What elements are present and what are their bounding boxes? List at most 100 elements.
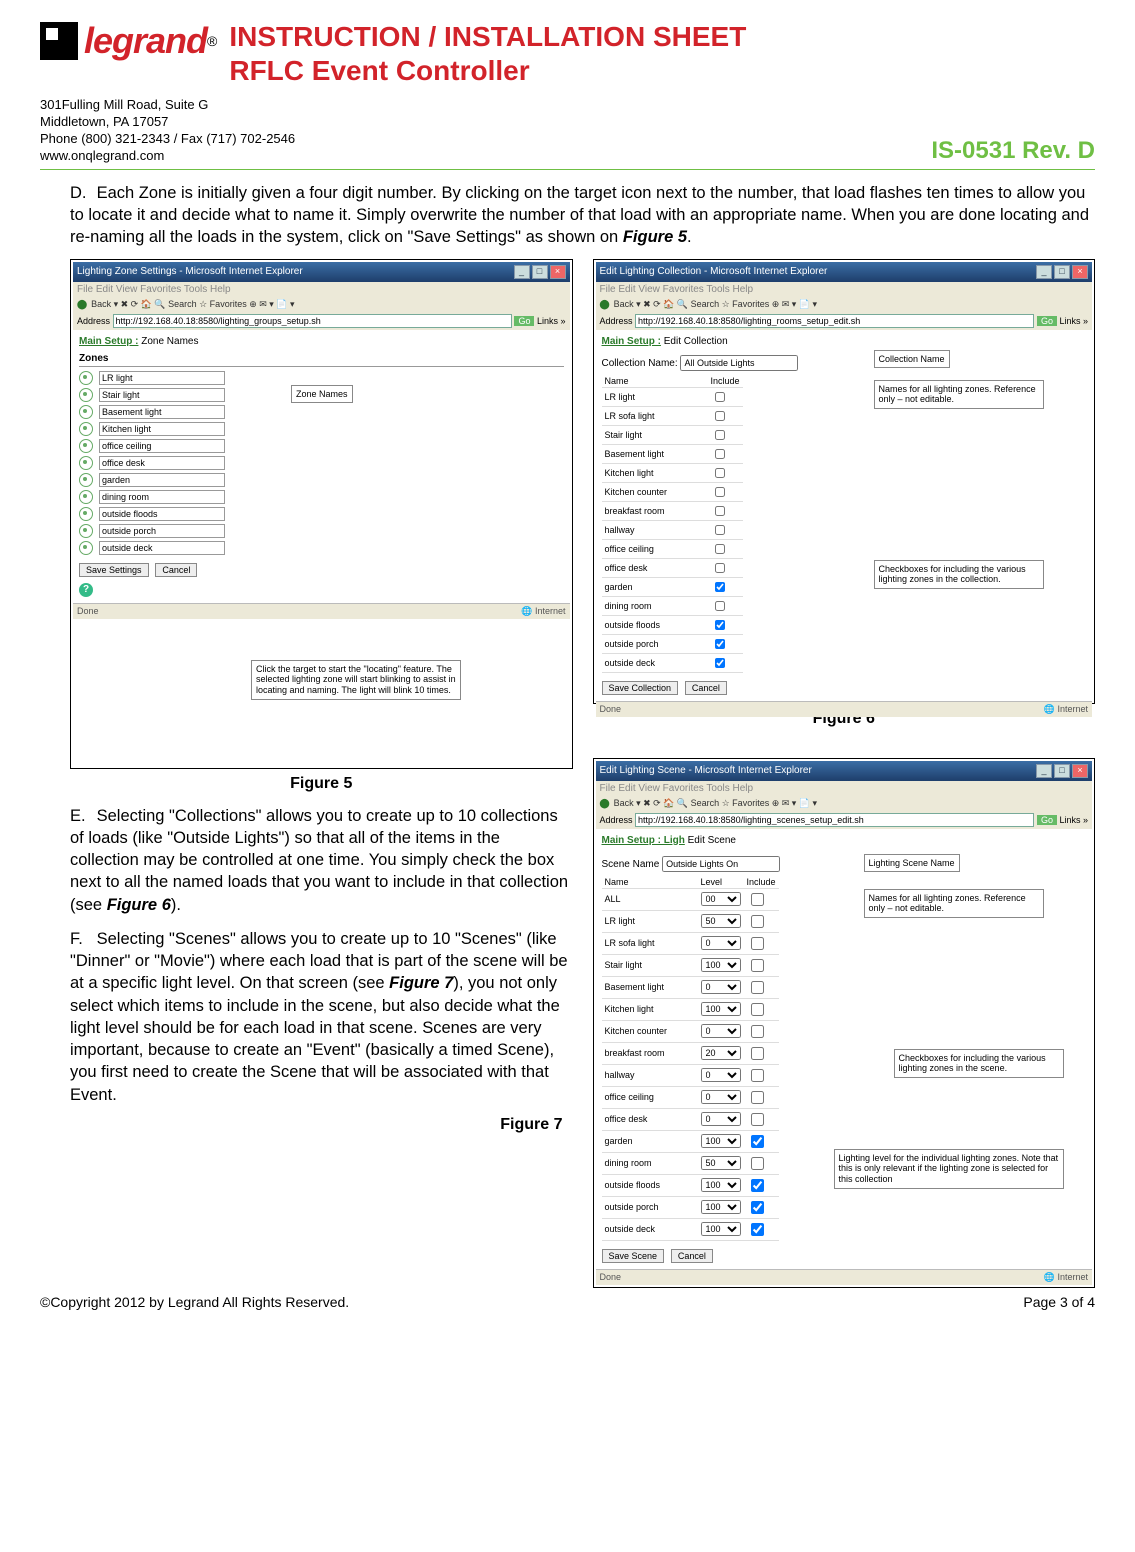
include-checkbox — [715, 525, 725, 535]
window-controls: _□× — [1034, 764, 1088, 778]
zone-row — [79, 405, 564, 419]
zone-name: ALL — [602, 888, 698, 910]
logo-mark-icon — [40, 22, 78, 60]
scene-row: dining room50 — [602, 1152, 779, 1174]
zone-name: hallway — [602, 1064, 698, 1086]
window-title: Edit Lighting Collection - Microsoft Int… — [600, 266, 828, 277]
zone-name: Kitchen counter — [602, 482, 708, 501]
close-icon: × — [1072, 265, 1088, 279]
include-checkbox — [751, 1157, 764, 1170]
include-checkbox — [715, 449, 725, 459]
target-icon — [79, 405, 93, 419]
level-select: 0 — [701, 1024, 741, 1038]
para-f-figref: Figure 7 — [389, 974, 453, 992]
zone-name: outside porch — [602, 634, 708, 653]
include-checkbox — [751, 915, 764, 928]
maximize-icon: □ — [1054, 764, 1070, 778]
zone-name: garden — [602, 577, 708, 596]
page-number: Page 3 of 4 — [1023, 1294, 1095, 1310]
scene-name-input — [662, 856, 780, 872]
menubar: File Edit View Favorites Tools Help — [596, 781, 1093, 796]
brand-name: legrand — [84, 20, 207, 62]
figure-6: Edit Lighting Collection - Microsoft Int… — [593, 259, 1096, 704]
callout-collection-name: Collection Name — [874, 350, 950, 369]
collection-row: LR sofa light — [602, 406, 743, 425]
zone-name: office desk — [602, 558, 708, 577]
target-icon — [79, 388, 93, 402]
target-icon — [79, 507, 93, 521]
zone-name: Kitchen light — [602, 463, 708, 482]
addr-phone: Phone (800) 321-2343 / Fax (717) 702-254… — [40, 131, 295, 148]
menubar: File Edit View Favorites Tools Help — [73, 282, 570, 297]
zone-row — [79, 507, 564, 521]
include-checkbox — [751, 937, 764, 950]
zone-name: office ceiling — [602, 1086, 698, 1108]
figure-7-caption: Figure 7 — [70, 1116, 573, 1134]
zone-name: LR sofa light — [602, 932, 698, 954]
address-bar: Address Go Links » — [73, 312, 570, 330]
zone-name: Stair light — [602, 954, 698, 976]
callout-levels: Lighting level for the individual lighti… — [834, 1149, 1064, 1189]
level-select: 0 — [701, 980, 741, 994]
scene-row: ALL00 — [602, 888, 779, 910]
window-title: Lighting Zone Settings - Microsoft Inter… — [77, 266, 303, 277]
zone-name: Stair light — [602, 425, 708, 444]
target-icon — [79, 490, 93, 504]
zone-name: office ceiling — [602, 539, 708, 558]
page-heading: Zone Names — [141, 336, 198, 347]
level-select: 20 — [701, 1046, 741, 1060]
target-icon — [79, 524, 93, 538]
scene-row: office ceiling0 — [602, 1086, 779, 1108]
zone-name: Basement light — [602, 976, 698, 998]
cancel-button: Cancel — [671, 1249, 713, 1263]
include-checkbox — [751, 1179, 764, 1192]
url-input — [635, 314, 1034, 328]
scene-row: LR light50 — [602, 910, 779, 932]
scene-row: Kitchen counter0 — [602, 1020, 779, 1042]
zone-name-input — [99, 473, 225, 487]
maximize-icon: □ — [532, 265, 548, 279]
collection-row: hallway — [602, 520, 743, 539]
collection-name-input — [680, 355, 798, 371]
zone-name: LR light — [602, 910, 698, 932]
zone-name: breakfast room — [602, 501, 708, 520]
zone-name-input — [99, 371, 225, 385]
paragraph-f: F. Selecting "Scenes" allows you to crea… — [70, 928, 573, 1106]
callout-names-ref: Names for all lighting zones. Reference … — [874, 380, 1044, 410]
collection-name-label: Collection Name: — [602, 358, 678, 369]
include-checkbox — [751, 959, 764, 972]
zone-name: breakfast room — [602, 1042, 698, 1064]
save-collection-button: Save Collection — [602, 681, 679, 695]
zone-name: outside porch — [602, 1196, 698, 1218]
figure-5: Lighting Zone Settings - Microsoft Inter… — [70, 259, 573, 769]
collection-row: Stair light — [602, 425, 743, 444]
minimize-icon: _ — [1036, 265, 1052, 279]
zone-row — [79, 490, 564, 504]
zone-row — [79, 371, 564, 385]
company-address: 301Fulling Mill Road, Suite G Middletown… — [40, 97, 295, 165]
main-setup-link: Main Setup : — [602, 336, 661, 347]
include-checkbox — [715, 506, 725, 516]
address-bar: Address Go Links » — [596, 811, 1093, 829]
para-d-figref: Figure 5 — [623, 228, 687, 246]
target-icon — [79, 473, 93, 487]
go-button: Go — [1037, 815, 1057, 825]
include-checkbox — [715, 468, 725, 478]
scene-row: office desk0 — [602, 1108, 779, 1130]
window-titlebar: Edit Lighting Scene - Microsoft Internet… — [596, 761, 1093, 781]
scene-row: outside floods100 — [602, 1174, 779, 1196]
menubar: File Edit View Favorites Tools Help — [596, 282, 1093, 297]
collection-row: outside floods — [602, 615, 743, 634]
collection-row: office ceiling — [602, 539, 743, 558]
toolbar: ⬤Back ▾ ✖ ⟳ 🏠 🔍 Search ☆ Favorites ⊕ ✉ ▾… — [596, 297, 1093, 312]
collection-row: dining room — [602, 596, 743, 615]
registered-mark: ® — [207, 33, 217, 49]
url-input — [635, 813, 1034, 827]
copyright: ©Copyright 2012 by Legrand All Rights Re… — [40, 1294, 349, 1310]
collection-row: office desk — [602, 558, 743, 577]
zone-name-input — [99, 507, 225, 521]
page-heading: Edit Collection — [664, 336, 728, 347]
minimize-icon: _ — [1036, 764, 1052, 778]
include-checkbox — [751, 1003, 764, 1016]
doc-title-2: RFLC Event Controller — [229, 54, 1095, 88]
